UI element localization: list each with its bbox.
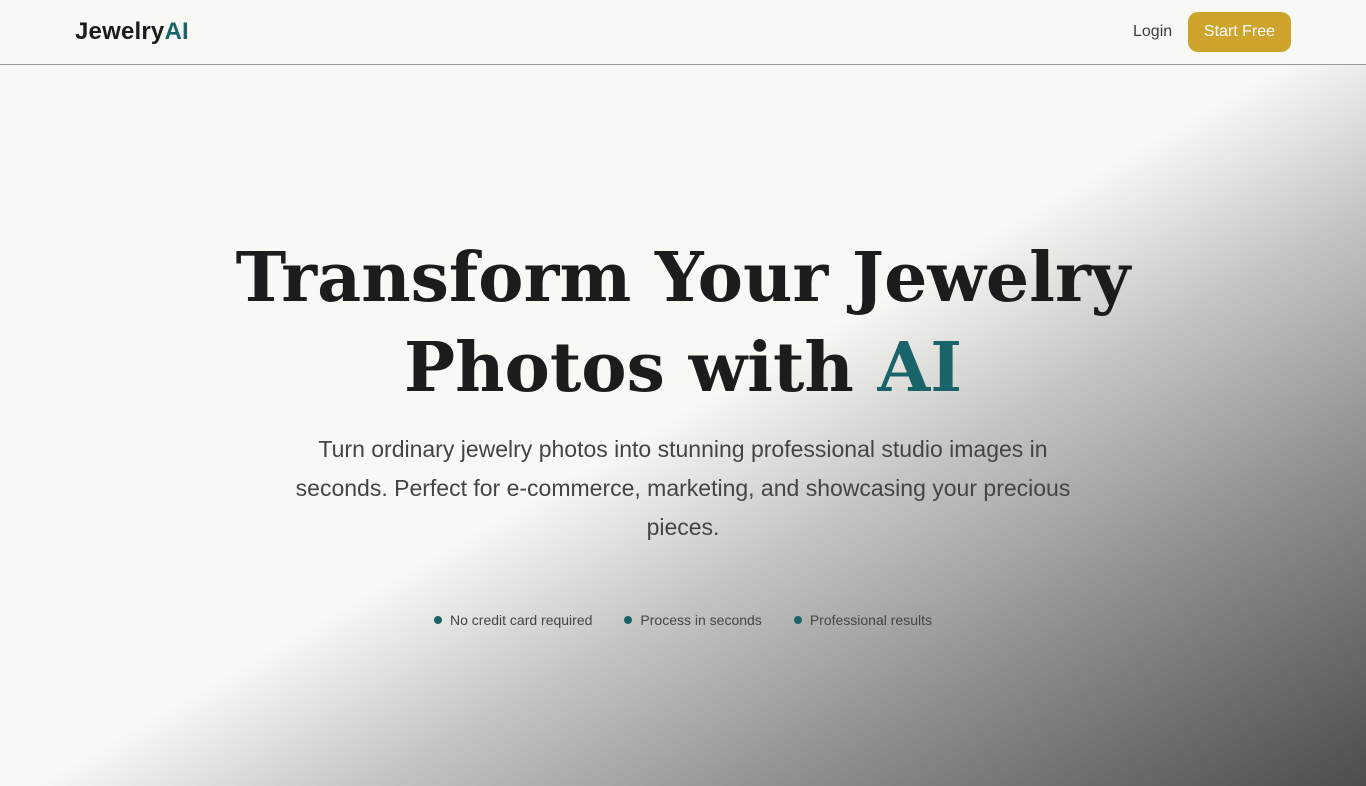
hero-title-line1: Transform Your Jewelry [235, 238, 1131, 318]
feature-item: No credit card required [434, 610, 592, 630]
feature-label: No credit card required [450, 612, 593, 628]
feature-label: Process in seconds [640, 612, 762, 628]
start-free-button[interactable]: Start Free [1188, 12, 1291, 52]
logo[interactable]: JewelryAI [75, 19, 189, 45]
hero-title-line2: Photos with [403, 328, 878, 408]
dot-icon [793, 616, 802, 624]
logo-accent-text: AI [164, 18, 189, 45]
hero-subtitle: Turn ordinary jewelry photos into stunni… [295, 436, 1071, 540]
feature-item: Process in seconds [624, 610, 762, 630]
site-header: JewelryAI Login Start Free [0, 0, 1366, 65]
feature-item: Professional results [793, 610, 932, 630]
hero-title-accent: AI [877, 328, 963, 408]
logo-main-text: Jewelry [75, 18, 165, 45]
hero-title: Transform Your Jewelry Photos with AI [183, 233, 1183, 413]
login-link[interactable]: Login [1133, 22, 1172, 42]
dot-icon [434, 616, 442, 624]
feature-list: No credit card required Process in secon… [0, 610, 1366, 630]
hero-section: Transform Your Jewelry Photos with AI Tu… [0, 65, 1366, 786]
feature-label: Professional results [809, 612, 932, 628]
dot-icon [624, 616, 633, 624]
